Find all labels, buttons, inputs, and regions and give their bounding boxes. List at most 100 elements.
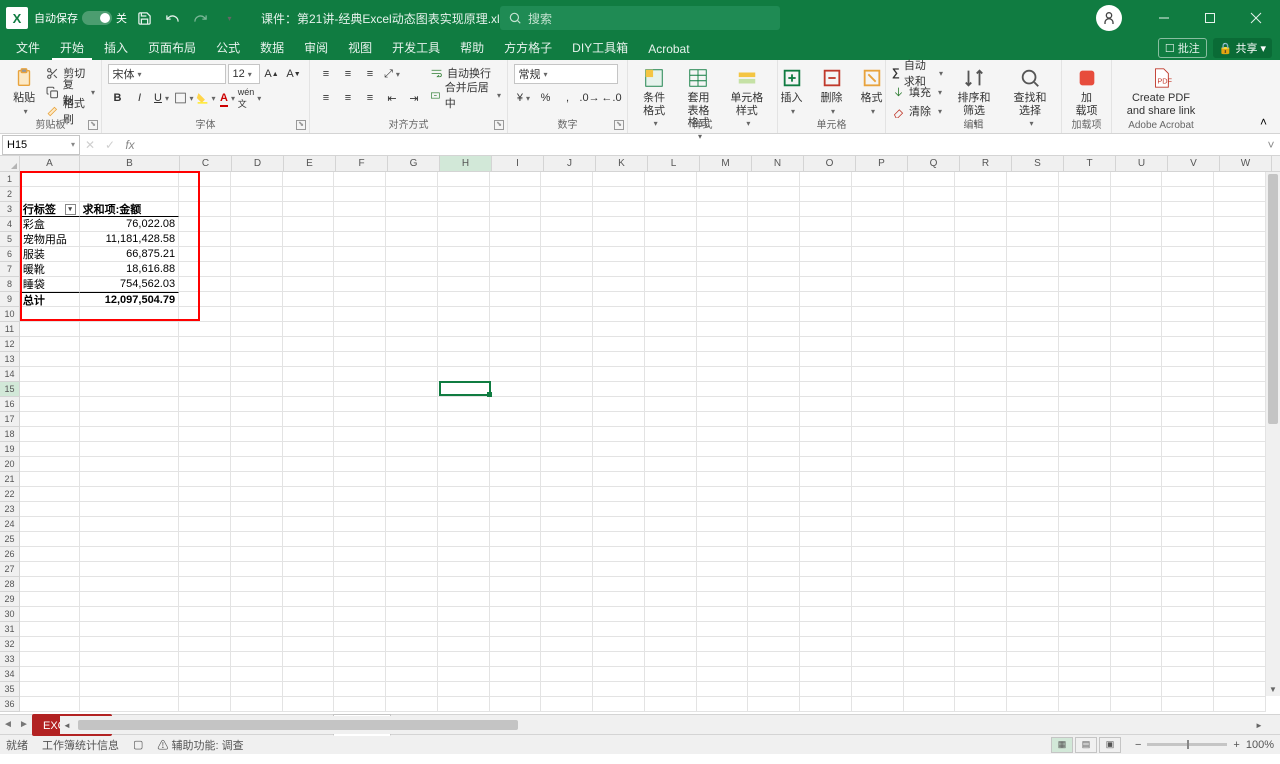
cell[interactable] [800,322,852,337]
column-header-E[interactable]: E [284,156,336,171]
cell[interactable] [490,682,542,697]
cell[interactable] [955,412,1007,427]
cell[interactable] [800,172,852,187]
cell[interactable] [1214,532,1266,547]
cell[interactable] [334,592,386,607]
cell[interactable] [1162,307,1214,322]
cell[interactable] [386,697,438,712]
increase-indent-icon[interactable]: ⇥ [404,88,424,108]
cell[interactable] [1007,547,1059,562]
cell[interactable] [179,697,231,712]
cell[interactable] [593,367,645,382]
cell[interactable] [852,382,904,397]
cell[interactable] [386,202,438,217]
row-header-23[interactable]: 23 [0,502,20,517]
cell[interactable] [800,487,852,502]
cell[interactable] [1059,667,1111,682]
cell[interactable] [852,502,904,517]
cell[interactable] [283,667,335,682]
cell[interactable] [852,472,904,487]
align-middle-icon[interactable]: ≡ [338,64,358,84]
cell[interactable] [1111,667,1163,682]
cell[interactable] [852,397,904,412]
cell[interactable] [955,532,1007,547]
cell[interactable] [645,202,697,217]
row-header-9[interactable]: 9 [0,292,20,307]
cell[interactable] [904,562,956,577]
cell[interactable] [904,667,956,682]
cell[interactable] [20,457,80,472]
cell[interactable] [852,577,904,592]
cell[interactable] [80,367,180,382]
row-header-7[interactable]: 7 [0,262,20,277]
row-header-16[interactable]: 16 [0,397,20,412]
undo-icon[interactable] [161,7,183,29]
cell[interactable] [955,637,1007,652]
cell[interactable] [593,472,645,487]
cell[interactable] [386,667,438,682]
cell[interactable] [490,577,542,592]
row-header-31[interactable]: 31 [0,622,20,637]
cell[interactable] [904,697,956,712]
cell[interactable] [541,442,593,457]
cell[interactable] [1059,457,1111,472]
cell[interactable] [593,172,645,187]
cancel-formula-icon[interactable]: ✕ [80,135,100,155]
cell[interactable] [697,517,749,532]
maximize-button[interactable] [1188,0,1232,36]
cell[interactable] [1162,382,1214,397]
row-header-25[interactable]: 25 [0,532,20,547]
create-pdf-button[interactable]: PDFCreate PDF and share link [1123,64,1200,119]
row-header-26[interactable]: 26 [0,547,20,562]
cell[interactable] [748,517,800,532]
cell[interactable] [1162,607,1214,622]
cell[interactable] [593,457,645,472]
cell[interactable] [955,517,1007,532]
cell[interactable] [283,532,335,547]
merge-center-button[interactable]: 合并后居中 [430,86,501,104]
cell[interactable] [748,607,800,622]
cell[interactable]: 求和项:金额 [80,202,180,217]
cell[interactable] [1111,442,1163,457]
cell[interactable] [386,307,438,322]
cell[interactable] [1059,352,1111,367]
row-header-34[interactable]: 34 [0,667,20,682]
cell[interactable] [334,217,386,232]
cell[interactable] [386,652,438,667]
cell[interactable] [1214,682,1266,697]
cell[interactable] [748,667,800,682]
cell[interactable] [800,577,852,592]
cell[interactable] [438,217,490,232]
column-header-F[interactable]: F [336,156,388,171]
cell[interactable] [334,607,386,622]
cell[interactable] [1162,472,1214,487]
cell[interactable] [80,517,180,532]
cell[interactable] [80,382,180,397]
cell[interactable] [1111,472,1163,487]
cell[interactable] [1162,562,1214,577]
row-header-12[interactable]: 12 [0,337,20,352]
cell[interactable] [80,697,180,712]
cell[interactable] [438,307,490,322]
row-header-6[interactable]: 6 [0,247,20,262]
cell[interactable] [20,517,80,532]
cell[interactable] [179,187,231,202]
cell[interactable] [283,412,335,427]
name-box[interactable]: H15▾ [2,135,80,155]
cell[interactable] [386,682,438,697]
cell[interactable] [1111,352,1163,367]
cell[interactable] [955,457,1007,472]
cell[interactable] [697,172,749,187]
cell[interactable] [748,697,800,712]
cell[interactable]: 行标签▾ [20,202,80,217]
cell[interactable] [904,172,956,187]
cell[interactable] [438,607,490,622]
cell[interactable] [490,307,542,322]
cell[interactable] [593,382,645,397]
cell[interactable] [697,682,749,697]
cell[interactable] [800,472,852,487]
cell[interactable] [904,577,956,592]
cell[interactable] [904,532,956,547]
cell[interactable] [179,622,231,637]
cell[interactable] [231,547,283,562]
